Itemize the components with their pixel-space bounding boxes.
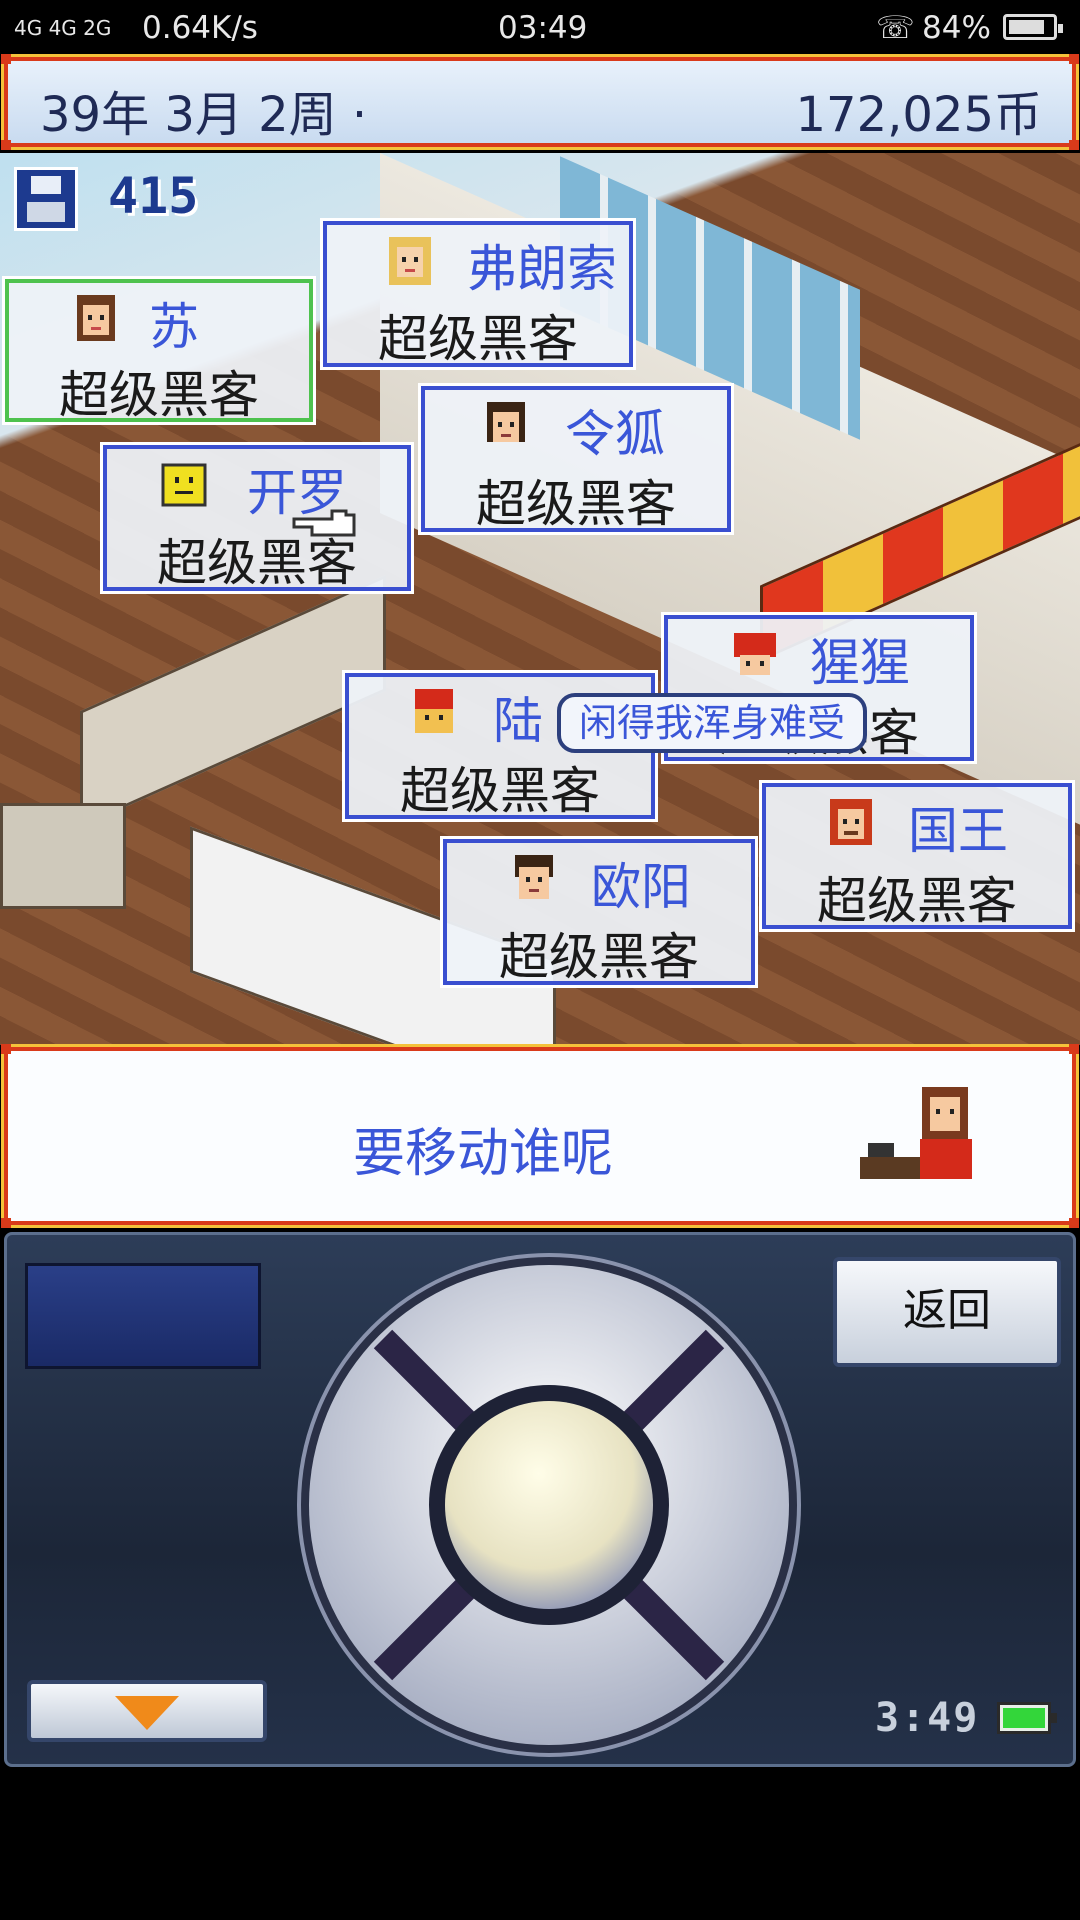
battery-percent: 84% (922, 10, 991, 46)
work-desk (80, 574, 386, 828)
staff-role: 超级黑客 (59, 366, 259, 424)
staff-name: 苏 (149, 298, 199, 356)
clock-text: 03:49 (498, 10, 588, 46)
speech-bubble: 闲得我浑身难受 (557, 693, 867, 753)
blonde-face-icon (389, 237, 431, 285)
staff-role: 超级黑客 (476, 475, 676, 533)
info-screen (25, 1263, 261, 1369)
office-scene[interactable]: 415 苏 超级黑客 弗朗索 超级黑客 令狐 超级黑客 开罗 超级黑客 猩猩 超… (0, 153, 1080, 1045)
staff-card-fulangsuo[interactable]: 弗朗索 超级黑客 (320, 218, 636, 370)
staff-card-ouyang[interactable]: 欧阳 超级黑客 (440, 836, 758, 988)
helmet-face-icon (734, 633, 776, 675)
receptionist-icon (860, 1087, 972, 1179)
staff-name: 陆 (493, 692, 543, 750)
save-counter: 415 (108, 167, 199, 225)
network-signal: 4G 4G 2G (14, 16, 112, 40)
staff-role: 超级黑客 (378, 310, 578, 368)
hand-pointer-icon (292, 509, 356, 537)
dpad-center-button (445, 1401, 653, 1609)
staff-card-kailuo[interactable]: 开罗 超级黑客 (100, 442, 414, 594)
network-speed: 0.64K/s (142, 10, 258, 46)
staff-name: 欧阳 (591, 858, 691, 916)
boy-face-icon (487, 402, 525, 442)
battery-icon (1003, 14, 1063, 40)
staff-name: 弗朗索 (467, 240, 617, 298)
staff-card-guowang[interactable]: 国王 超级黑客 (759, 780, 1075, 932)
direction-pad[interactable] (295, 1251, 803, 1759)
girl-face-icon (77, 295, 115, 341)
control-panel: 返回 3:49 (4, 1232, 1076, 1767)
arrow-down-icon (115, 1696, 179, 1730)
staff-card-linghu[interactable]: 令狐 超级黑客 (418, 383, 734, 535)
status-bar: 4G 4G 2G 0.64K/s 03:49 ☏ 84% (0, 0, 1080, 55)
staff-name: 国王 (908, 802, 1008, 860)
staff-card-su[interactable]: 苏 超级黑客 (2, 276, 316, 425)
yellow-tv-face-icon (161, 463, 207, 507)
redhat-face-icon (415, 689, 453, 733)
game-battery-icon (997, 1702, 1057, 1734)
staff-role: 超级黑客 (157, 534, 357, 592)
message-text: 要移动谁呢 (353, 1124, 614, 1184)
bookshelf (0, 803, 126, 909)
man-face-icon (515, 855, 553, 899)
staff-name: 令狐 (565, 405, 665, 463)
king-face-icon (830, 799, 872, 845)
back-button[interactable]: 返回 (833, 1257, 1061, 1367)
staff-role: 超级黑客 (499, 928, 699, 986)
menu-toggle-button[interactable] (27, 1680, 267, 1742)
game-date: 39年 3月 2周 · (40, 87, 368, 143)
staff-name: 猩猩 (810, 634, 910, 692)
save-disk-icon (14, 167, 78, 231)
wifi-calling-icon: ☏ (876, 10, 915, 46)
staff-role: 超级黑客 (817, 872, 1017, 930)
staff-role: 超级黑客 (400, 762, 600, 820)
message-box: 要移动谁呢 (1, 1044, 1079, 1228)
date-money-bar: 39年 3月 2周 · 172,025币 (1, 54, 1079, 150)
game-clock: 3:49 (875, 1695, 980, 1741)
money-amount: 172,025币 (795, 87, 1043, 143)
